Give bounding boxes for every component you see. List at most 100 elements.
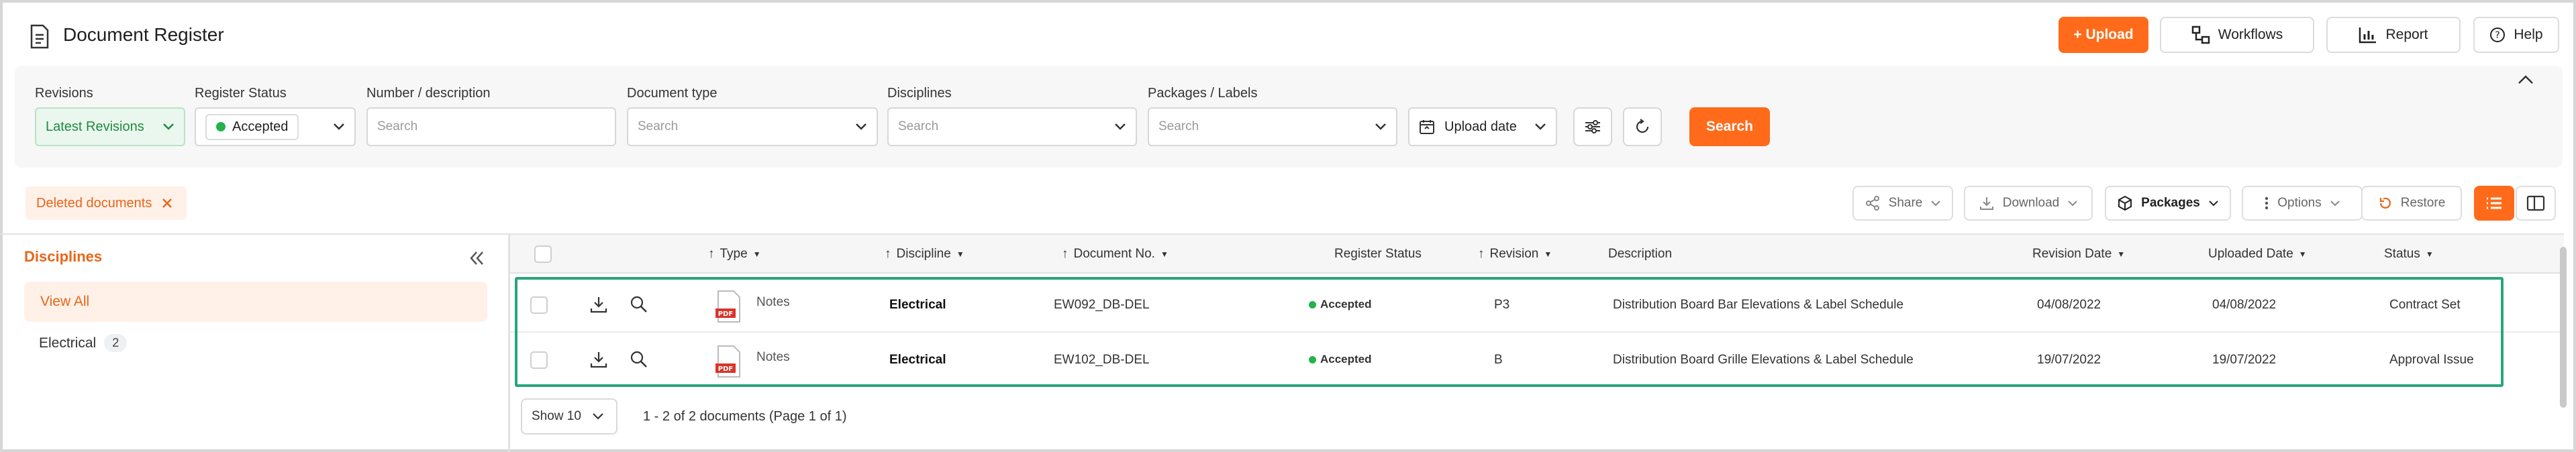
document-no-value[interactable]: EW092_DB-DEL bbox=[1054, 298, 1150, 313]
status-badge: Accepted bbox=[1309, 353, 1372, 366]
uploaded-date-value: 19/07/2022 bbox=[2212, 353, 2277, 367]
status-dot-icon bbox=[1309, 355, 1316, 363]
search-button-label: Search bbox=[1705, 119, 1754, 134]
column-document-no[interactable]: ↑ Document No. ▼ bbox=[1062, 247, 1169, 262]
chevron-down-icon bbox=[2330, 201, 2340, 207]
description-value: Distribution Board Bar Elevations & Labe… bbox=[1613, 298, 1904, 312]
scrollbar-thumb[interactable] bbox=[2560, 247, 2567, 408]
download-icon bbox=[1979, 197, 1993, 210]
column-revision-date-label: Revision Date bbox=[2032, 247, 2112, 261]
register-status-select[interactable]: Accepted bbox=[195, 107, 356, 146]
packages-button[interactable]: Packages bbox=[2105, 186, 2231, 221]
disciplines-title: Disciplines bbox=[24, 248, 103, 265]
number-description-label: Number / description bbox=[366, 86, 491, 101]
filter-settings-button[interactable] bbox=[1573, 107, 1612, 146]
workflows-button[interactable]: Workflows bbox=[2160, 17, 2314, 53]
count-badge: 2 bbox=[104, 334, 128, 352]
chevron-up-icon[interactable] bbox=[2517, 74, 2534, 86]
report-label: Report bbox=[2385, 27, 2428, 42]
more-vertical-icon bbox=[2265, 196, 2269, 210]
number-description-input[interactable]: Search bbox=[366, 107, 616, 146]
column-description[interactable]: Description bbox=[1608, 247, 1672, 262]
row-checkbox[interactable] bbox=[530, 351, 548, 369]
sidebar-item-electrical[interactable]: Electrical 2 bbox=[39, 334, 128, 352]
workflows-label: Workflows bbox=[2218, 27, 2283, 42]
chevron-down-icon bbox=[163, 123, 174, 130]
download-icon[interactable] bbox=[589, 350, 608, 369]
uploaded-date-value: 04/08/2022 bbox=[2212, 298, 2277, 312]
chevron-down-icon bbox=[2068, 201, 2077, 207]
report-button[interactable]: Report bbox=[2326, 17, 2461, 53]
revisions-label: Revisions bbox=[35, 86, 93, 101]
column-uploaded-date[interactable]: Uploaded Date ▼ bbox=[2208, 247, 2307, 262]
disciplines-label: Disciplines bbox=[887, 86, 952, 101]
column-revision[interactable]: ↑ Revision ▼ bbox=[1478, 247, 1552, 262]
chevron-down-icon bbox=[856, 123, 866, 130]
sort-arrow-icon: ↑ bbox=[885, 247, 891, 261]
close-icon[interactable] bbox=[161, 197, 173, 209]
svg-text:PDF: PDF bbox=[718, 365, 733, 373]
download-button[interactable]: Download bbox=[1964, 186, 2093, 221]
filter-panel: Revisions Latest Revisions Register Stat… bbox=[15, 66, 2563, 168]
options-button[interactable]: Options bbox=[2242, 186, 2363, 221]
upload-button[interactable]: + Upload bbox=[2059, 17, 2148, 53]
document-type-select[interactable]: Search bbox=[627, 107, 878, 146]
register-status-value: Accepted bbox=[1320, 353, 1372, 365]
share-button[interactable]: Share bbox=[1852, 186, 1953, 221]
upload-label: + Upload bbox=[2073, 27, 2134, 42]
magnify-icon[interactable] bbox=[630, 295, 648, 314]
disciplines-select[interactable]: Search bbox=[887, 107, 1137, 146]
discipline-value: Electrical bbox=[889, 353, 946, 367]
panel-icon bbox=[2526, 195, 2545, 211]
revisions-select[interactable]: Latest Revisions bbox=[35, 107, 185, 146]
description-value: Distribution Board Grille Elevations & L… bbox=[1613, 353, 1914, 367]
page-size-select[interactable]: Show 10 bbox=[521, 398, 617, 435]
help-button[interactable]: ? Help bbox=[2473, 17, 2559, 53]
status-value: Approval Issue bbox=[2389, 353, 2474, 367]
caret-down-icon: ▼ bbox=[2298, 249, 2307, 259]
sliders-icon bbox=[1585, 120, 1600, 133]
upload-date-select[interactable]: Upload date bbox=[1408, 107, 1557, 146]
chevron-down-icon bbox=[1535, 123, 1546, 130]
column-uploaded-date-label: Uploaded Date bbox=[2208, 247, 2293, 261]
collapse-left-icon[interactable] bbox=[466, 248, 487, 268]
number-description-placeholder: Search bbox=[377, 119, 418, 133]
upload-date-label: Upload date bbox=[1444, 119, 1517, 134]
table-row[interactable]: PDF Notes Electrical EW102_DB-DEL Accept… bbox=[510, 334, 2564, 388]
page-size-value: Show 10 bbox=[532, 409, 581, 423]
chevron-down-icon bbox=[1375, 123, 1386, 130]
sort-arrow-icon: ↑ bbox=[1062, 247, 1069, 261]
column-discipline[interactable]: ↑ Discipline ▼ bbox=[885, 247, 964, 262]
search-button[interactable]: Search bbox=[1689, 107, 1770, 146]
list-view-button[interactable] bbox=[2474, 186, 2514, 221]
reset-filters-button[interactable] bbox=[1623, 107, 1662, 146]
restore-button[interactable]: Restore bbox=[2361, 186, 2462, 221]
sort-arrow-icon: ↑ bbox=[1478, 247, 1485, 261]
caret-down-icon: ▼ bbox=[2425, 249, 2434, 259]
column-type[interactable]: ↑ Type ▼ bbox=[708, 247, 761, 262]
row-checkbox[interactable] bbox=[530, 296, 548, 314]
share-icon bbox=[1865, 196, 1879, 211]
column-register-status[interactable]: Register Status bbox=[1334, 247, 1422, 262]
revision-value: P3 bbox=[1494, 298, 1510, 312]
options-label: Options bbox=[2277, 196, 2322, 210]
column-revision-date[interactable]: Revision Date ▼ bbox=[2032, 247, 2125, 262]
caret-down-icon: ▼ bbox=[1160, 249, 1169, 259]
packages-labels-select[interactable]: Search bbox=[1148, 107, 1397, 146]
status-dot-icon bbox=[216, 122, 226, 131]
split-view-button[interactable] bbox=[2516, 186, 2556, 221]
column-status[interactable]: Status ▼ bbox=[2384, 247, 2434, 262]
document-no-value[interactable]: EW102_DB-DEL bbox=[1054, 353, 1150, 368]
select-all-checkbox[interactable] bbox=[534, 245, 552, 263]
deleted-documents-chip[interactable]: Deleted documents bbox=[26, 186, 187, 220]
refresh-icon bbox=[1636, 119, 1649, 133]
sidebar-item-view-all[interactable]: View All bbox=[24, 282, 487, 322]
magnify-icon[interactable] bbox=[630, 350, 648, 369]
caret-down-icon: ▼ bbox=[752, 249, 761, 259]
status-badge: Accepted bbox=[1309, 298, 1372, 311]
revision-value: B bbox=[1494, 353, 1503, 367]
download-icon[interactable] bbox=[589, 295, 608, 314]
table-row[interactable]: PDF Notes Electrical EW092_DB-DEL Accept… bbox=[510, 279, 2564, 333]
caret-down-icon: ▼ bbox=[1544, 249, 1552, 259]
list-icon bbox=[2487, 197, 2501, 209]
